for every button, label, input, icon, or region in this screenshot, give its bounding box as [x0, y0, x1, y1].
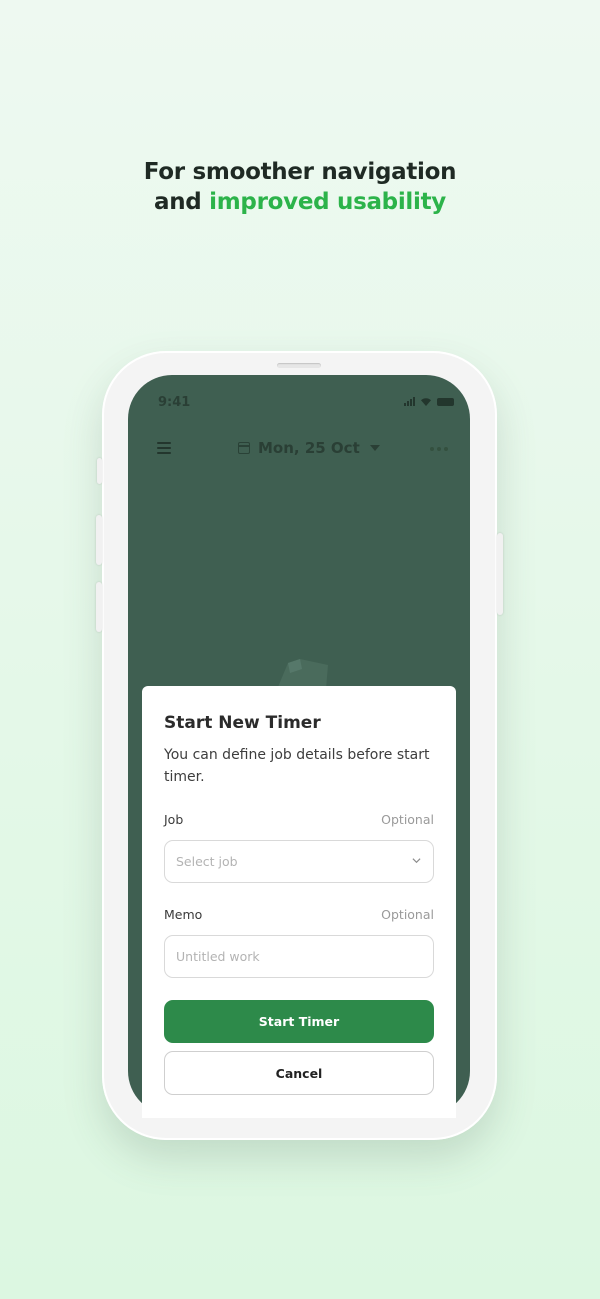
calendar-icon: [238, 442, 250, 454]
signal-icon: [404, 397, 415, 406]
headline-line-1: For smoother navigation: [143, 159, 457, 185]
modal-description: You can define job details before start …: [164, 747, 430, 785]
phone-volume-down-button: [96, 582, 102, 632]
start-timer-modal: Start New Timer You can define job detai…: [142, 686, 456, 1118]
status-icons: [404, 397, 454, 406]
memo-input-placeholder: Untitled work: [176, 949, 260, 964]
modal-title: Start New Timer: [164, 713, 321, 733]
wifi-icon: [421, 398, 431, 406]
phone-volume-up-button: [96, 515, 102, 565]
memo-input[interactable]: Untitled work: [164, 935, 434, 978]
app-header: Mon, 25 Oct: [128, 439, 470, 463]
headline-prefix: and: [154, 189, 210, 215]
memo-label: Memo: [164, 907, 203, 922]
more-icon[interactable]: [430, 447, 448, 451]
date-selector[interactable]: Mon, 25 Oct: [238, 439, 380, 457]
headline-accent: improved usability: [209, 189, 446, 215]
phone-mute-button: [97, 458, 102, 484]
phone-speaker: [277, 363, 321, 368]
job-select-placeholder: Select job: [176, 854, 238, 869]
chevron-down-icon: [412, 858, 421, 864]
job-optional-label: Optional: [381, 812, 434, 827]
phone-power-button: [497, 533, 503, 615]
battery-icon: [437, 397, 454, 406]
memo-optional-label: Optional: [381, 907, 434, 922]
cancel-button[interactable]: Cancel: [164, 1051, 434, 1095]
headline-line-2: and improved usability: [0, 187, 600, 217]
job-select[interactable]: Select job: [164, 840, 434, 883]
start-timer-button[interactable]: Start Timer: [164, 1000, 434, 1043]
job-label: Job: [164, 812, 184, 827]
date-text: Mon, 25 Oct: [258, 439, 360, 457]
menu-icon[interactable]: [157, 442, 171, 454]
caret-down-icon: [369, 445, 380, 451]
status-time: 9:41: [158, 395, 191, 410]
headline: For smoother navigation and improved usa…: [0, 157, 600, 217]
